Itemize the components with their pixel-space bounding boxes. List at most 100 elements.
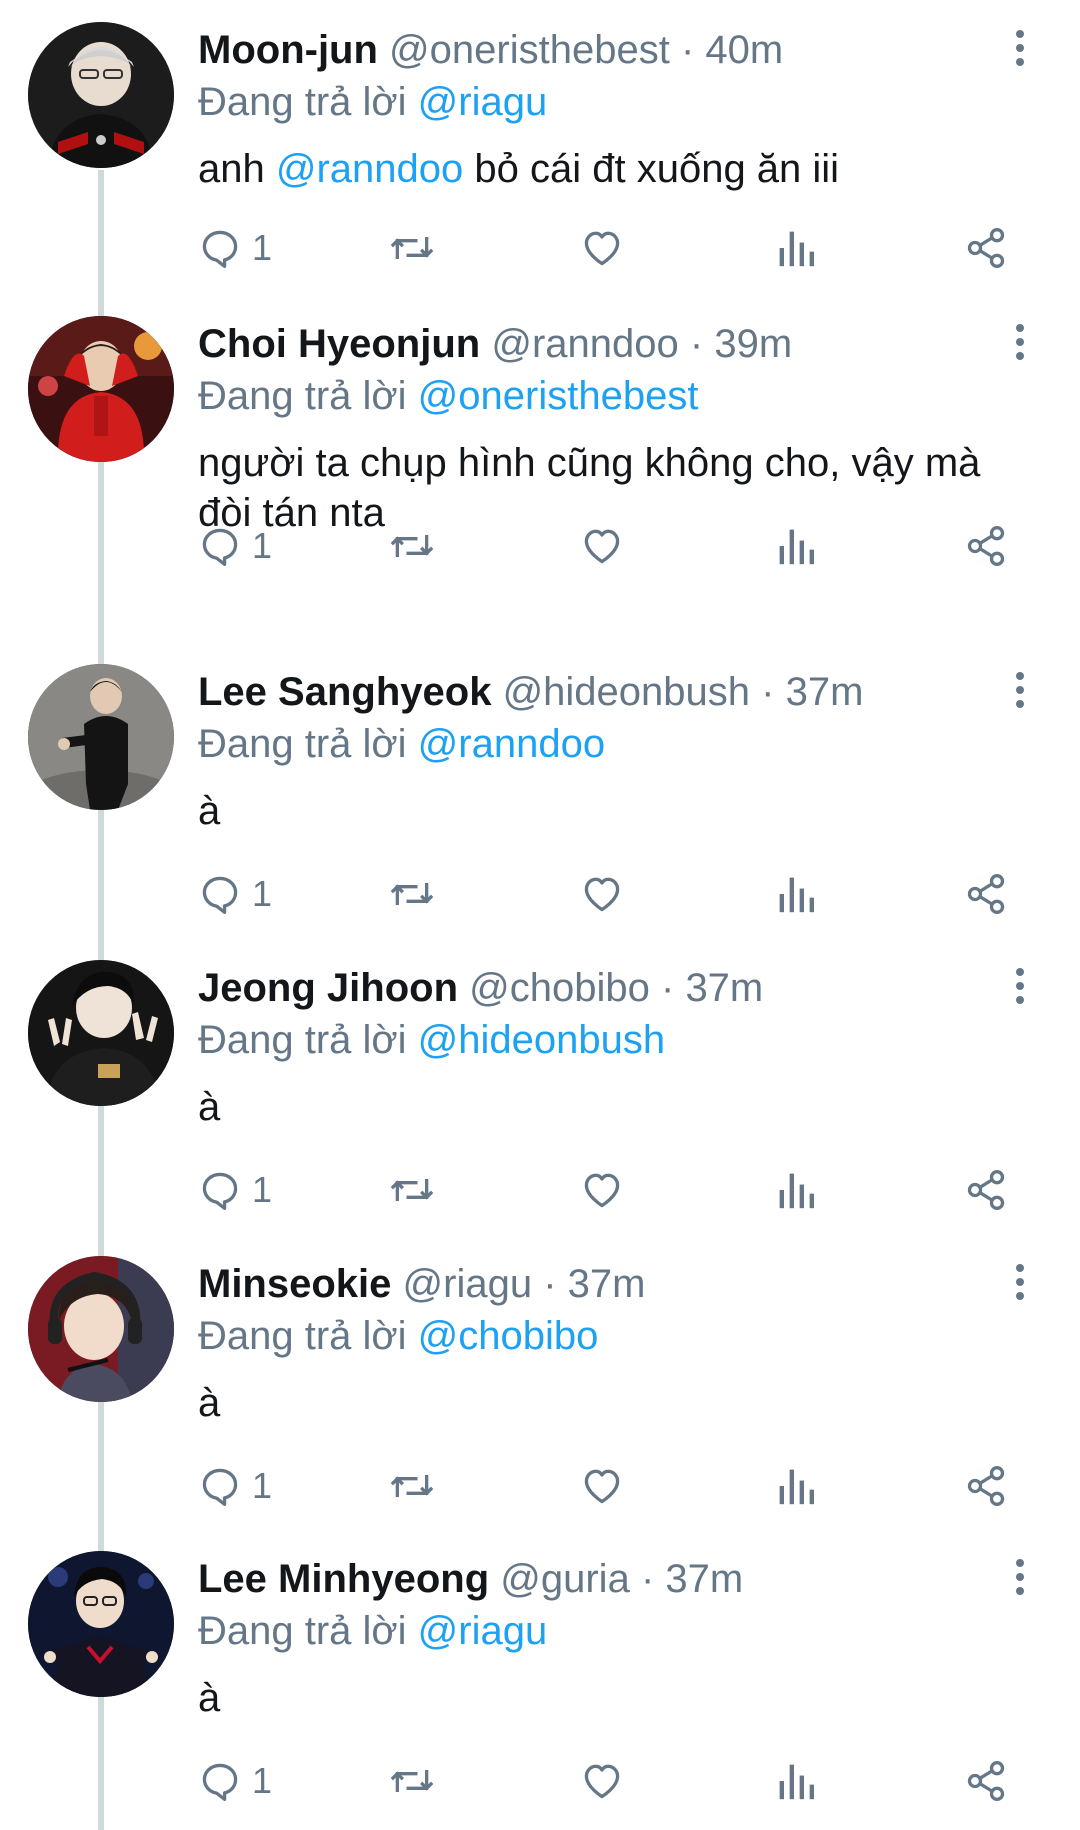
more-vertical-icon[interactable] [1008,30,1032,72]
reply-count: 1 [252,525,273,566]
more-vertical-icon[interactable] [1008,1559,1032,1601]
reply-button[interactable]: 1 [198,1456,272,1516]
tweet-text-part: anh [198,147,276,191]
user-handle[interactable]: @riagu [403,1262,533,1306]
reply-button[interactable]: 1 [198,864,272,924]
tweet[interactable]: Moon-jun @oneristhebest · 40m Đang trả l… [0,0,1080,296]
retweet-button[interactable] [388,864,436,924]
reply-count: 1 [252,873,273,914]
retweet-button[interactable] [388,218,436,278]
like-button[interactable] [580,1751,624,1811]
retweet-button[interactable] [388,1160,436,1220]
user-handle[interactable]: @guria [500,1557,630,1601]
reply-button[interactable]: 1 [198,218,272,278]
display-name[interactable]: Moon-jun [198,28,378,72]
more-vertical-icon[interactable] [1008,324,1032,366]
user-handle[interactable]: @oneristhebest [389,28,670,72]
timestamp[interactable]: 37m [568,1262,646,1306]
tweet[interactable]: Choi Hyeonjun @ranndoo · 39m Đang trả lờ… [0,294,1080,590]
tweet[interactable]: Lee Sanghyeok @hideonbush · 37m Đang trả… [0,642,1080,938]
tweet-header: Choi Hyeonjun @ranndoo · 39m [198,318,792,370]
avatar[interactable] [28,316,174,462]
tweet-text: à [198,786,1038,836]
more-vertical-icon[interactable] [1008,968,1032,1010]
reply-icon [202,1763,238,1801]
timestamp[interactable]: 40m [705,28,783,72]
share-button[interactable] [964,218,1008,278]
retweet-icon [390,535,434,557]
retweet-button[interactable] [388,1456,436,1516]
reply-count: 1 [252,227,273,268]
share-button[interactable] [964,516,1008,576]
heart-icon [584,1764,620,1799]
user-handle[interactable]: @ranndoo [491,322,678,366]
more-vertical-icon[interactable] [1008,672,1032,714]
like-button[interactable] [580,516,624,576]
replying-to-mention[interactable]: @hideonbush [418,1018,665,1062]
separator-dot: · [660,966,675,1010]
replying-to-mention[interactable]: @riagu [418,1609,548,1653]
tweet-text: à [198,1378,1038,1428]
like-button[interactable] [580,864,624,924]
avatar[interactable] [28,1551,174,1697]
display-name[interactable]: Jeong Jihoon [198,966,458,1010]
bar-chart-icon [779,529,814,565]
user-handle[interactable]: @hideonbush [503,670,750,714]
display-name[interactable]: Choi Hyeonjun [198,322,480,366]
retweet-button[interactable] [388,1751,436,1811]
like-button[interactable] [580,1160,624,1220]
tweet-header: Jeong Jihoon @chobibo · 37m [198,962,763,1014]
timestamp[interactable]: 37m [665,1557,743,1601]
display-name[interactable]: Lee Minhyeong [198,1557,489,1601]
replying-to-mention[interactable]: @riagu [418,80,548,124]
retweet-button[interactable] [388,516,436,576]
tweet[interactable]: Minseokie @riagu · 37m Đang trả lời @cho… [0,1234,1080,1530]
views-button[interactable] [776,864,816,924]
heart-icon [584,1469,620,1504]
separator-dot: · [640,1557,655,1601]
action-bar: 1 [0,516,1080,576]
timestamp[interactable]: 37m [685,966,763,1010]
avatar[interactable] [28,960,174,1106]
replying-to-label: Đang trả lời [198,1314,407,1358]
views-button[interactable] [776,1160,816,1220]
replying-to-label: Đang trả lời [198,80,407,124]
avatar[interactable] [28,1256,174,1402]
tweet[interactable]: Lee Minhyeong @guria · 37m Đang trả lời … [0,1529,1080,1825]
replying-to-mention[interactable]: @chobibo [418,1314,599,1358]
views-button[interactable] [776,218,816,278]
views-button[interactable] [776,516,816,576]
reply-button[interactable]: 1 [198,516,272,576]
separator-dot: · [689,322,704,366]
avatar[interactable] [28,664,174,810]
timestamp[interactable]: 37m [786,670,864,714]
avatar[interactable] [28,22,174,168]
display-name[interactable]: Lee Sanghyeok [198,670,491,714]
views-button[interactable] [776,1456,816,1516]
reply-count: 1 [252,1169,273,1210]
tweet-text-part: à [198,1085,221,1129]
share-button[interactable] [964,864,1008,924]
reply-button[interactable]: 1 [198,1160,272,1220]
separator-dot: · [761,670,775,714]
share-button[interactable] [964,1751,1008,1811]
like-button[interactable] [580,218,624,278]
like-button[interactable] [580,1456,624,1516]
user-handle[interactable]: @chobibo [469,966,650,1010]
timestamp[interactable]: 39m [714,322,792,366]
retweet-icon [390,883,434,905]
reply-button[interactable]: 1 [198,1751,272,1811]
tweet-header: Lee Sanghyeok @hideonbush · 37m [198,666,863,718]
replying-to-mention[interactable]: @oneristhebest [418,374,699,418]
replying-to-mention[interactable]: @ranndoo [418,722,605,766]
more-vertical-icon[interactable] [1008,1264,1032,1306]
tweet-text-mention[interactable]: @ranndoo [276,147,463,191]
tweet-text: à [198,1673,1038,1723]
display-name[interactable]: Minseokie [198,1262,391,1306]
tweet[interactable]: Jeong Jihoon @chobibo · 37m Đang trả lời… [0,938,1080,1234]
share-button[interactable] [964,1456,1008,1516]
share-button[interactable] [964,1160,1008,1220]
tweet-thread: Moon-jun @oneristhebest · 40m Đang trả l… [0,0,1080,1830]
views-button[interactable] [776,1751,816,1811]
tweet-text-part: bỏ cái đt xuống ăn iii [463,147,840,191]
